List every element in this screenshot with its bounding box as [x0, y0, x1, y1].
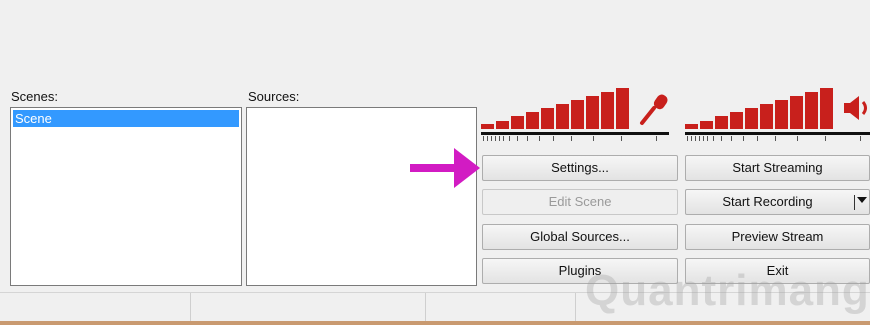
arrow-right-icon	[410, 148, 480, 188]
status-cell-1	[0, 293, 191, 322]
caret-down-icon[interactable]	[857, 197, 867, 203]
global-sources-button[interactable]: Global Sources...	[482, 224, 678, 250]
desktop-meter-scale	[685, 132, 870, 144]
start-recording-button[interactable]: Start Recording	[685, 189, 870, 215]
desktop-level-meter	[685, 88, 833, 129]
scene-item[interactable]: Scene	[13, 110, 239, 127]
microphone-icon[interactable]	[638, 92, 670, 126]
dropdown-separator	[854, 195, 855, 210]
status-cell-2	[190, 293, 426, 322]
scenes-list[interactable]: Scene	[10, 107, 242, 286]
sources-list[interactable]	[246, 107, 477, 286]
preview-stream-button[interactable]: Preview Stream	[685, 224, 870, 250]
start-recording-label: Start Recording	[722, 194, 813, 209]
status-cell-3	[425, 293, 576, 322]
scenes-label: Scenes:	[11, 89, 58, 104]
start-streaming-button[interactable]: Start Streaming	[685, 155, 870, 181]
watermark: Quantrimang	[585, 266, 870, 315]
speaker-icon[interactable]	[842, 94, 870, 122]
mic-meter-scale	[481, 132, 669, 144]
window-bottom-border	[0, 321, 870, 325]
mic-level-meter	[481, 88, 629, 129]
sources-label: Sources:	[248, 89, 300, 104]
edit-scene-button[interactable]: Edit Scene	[482, 189, 678, 215]
settings-button[interactable]: Settings...	[482, 155, 678, 181]
